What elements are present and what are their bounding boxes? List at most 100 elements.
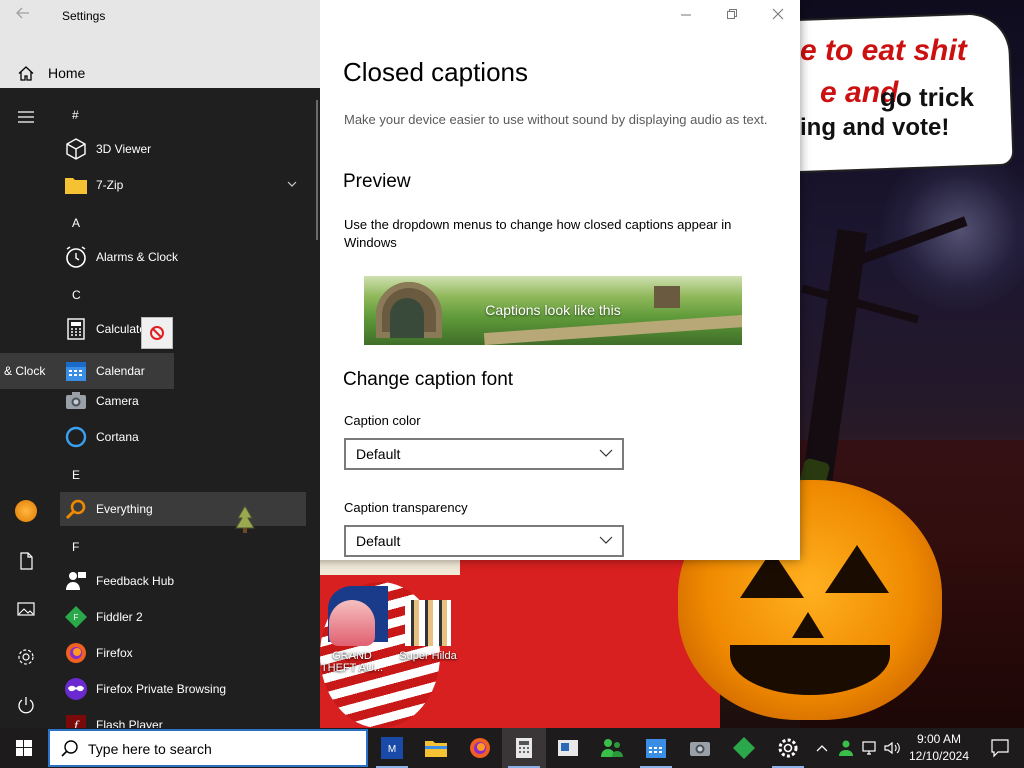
app-name: Alarms & Clock xyxy=(96,250,179,264)
image-viewer-icon xyxy=(558,740,578,756)
documents-button[interactable] xyxy=(13,548,39,574)
letter-header-hash[interactable]: # xyxy=(72,108,112,122)
taskbar-app-people[interactable] xyxy=(590,728,634,768)
taskbar-app-vscode-like[interactable]: M xyxy=(370,728,414,768)
back-button[interactable] xyxy=(8,4,38,28)
app-item-calculator[interactable]: Calculator xyxy=(60,312,306,346)
gear-icon xyxy=(778,738,798,758)
chevron-down-icon xyxy=(599,449,613,457)
drag-ghost-label: & Clock xyxy=(4,364,46,378)
app-item-firefox-private[interactable]: Firefox Private Browsing xyxy=(60,672,306,706)
settings-button[interactable] xyxy=(13,644,39,670)
start-button[interactable] xyxy=(0,728,48,768)
account-avatar[interactable] xyxy=(15,500,37,522)
app-name: Cortana xyxy=(96,430,139,444)
camera-icon xyxy=(66,392,86,409)
pictures-icon xyxy=(17,602,35,616)
app-name: Firefox Private Browsing xyxy=(96,682,227,696)
app-title: Settings xyxy=(62,9,106,23)
home-label: Home xyxy=(48,65,86,81)
letter-header-c[interactable]: C xyxy=(72,288,112,302)
fiddler-icon: F xyxy=(65,606,87,628)
content-pane: Closed captions Make your device easier … xyxy=(320,0,800,560)
svg-text:M: M xyxy=(388,744,396,755)
app-item-firefox[interactable]: Firefox xyxy=(60,636,306,670)
taskbar-app-calculator[interactable] xyxy=(502,728,546,768)
caption-color-dropdown[interactable]: Default xyxy=(344,438,624,470)
dragged-app-tile[interactable]: & Clock Calendar xyxy=(0,353,174,389)
power-button[interactable] xyxy=(13,692,39,718)
firefox-icon xyxy=(66,643,86,663)
app-item-flash-player[interactable]: f Flash Player xyxy=(60,708,306,728)
camera-icon xyxy=(690,742,710,756)
caption-transparency-dropdown[interactable]: Default xyxy=(344,525,624,557)
page-description: Make your device easier to use without s… xyxy=(344,112,768,127)
app-list-scrollbar[interactable] xyxy=(316,100,318,240)
taskbar-app-firefox[interactable] xyxy=(458,728,502,768)
taskbar-app-image-viewer[interactable] xyxy=(546,728,590,768)
restore-button[interactable] xyxy=(712,4,752,28)
letter-header-a[interactable]: A xyxy=(72,216,112,230)
caption-preview-image: Captions look like this xyxy=(364,276,742,345)
wallpaper-text: go trick xyxy=(880,82,974,112)
alarm-clock-icon xyxy=(66,246,86,268)
preview-heading: Preview xyxy=(343,171,411,192)
app-name: Feedback Hub xyxy=(96,574,175,588)
dropdown-value: Default xyxy=(356,446,401,462)
calendar-icon xyxy=(66,362,86,381)
taskbar-app-settings[interactable] xyxy=(766,728,810,768)
hamburger-icon xyxy=(18,111,34,123)
no-drop-cursor xyxy=(141,317,173,349)
wallpaper-text: ing and vote! xyxy=(800,114,950,141)
taskbar-app-calendar[interactable] xyxy=(634,728,678,768)
taskbar-app-camera[interactable] xyxy=(678,728,722,768)
taskbar-search-box[interactable]: Type here to search xyxy=(48,729,368,767)
firefox-private-icon xyxy=(65,678,87,700)
app-item-cortana[interactable]: Cortana xyxy=(60,420,306,454)
app-name: Flash Player xyxy=(96,718,163,728)
app-list: # 3D Viewer 7-Zip A Alarms & Clock C Cal… xyxy=(52,88,320,728)
chevron-down-icon xyxy=(287,181,297,187)
cortana-icon xyxy=(65,426,87,448)
wallpaper-text: e to eat shit xyxy=(800,34,967,67)
taskbar-app-fiddler[interactable] xyxy=(722,728,766,768)
people-tray-icon[interactable] xyxy=(836,738,856,758)
app-item-feedback-hub[interactable]: Feedback Hub xyxy=(60,564,306,598)
volume-icon[interactable] xyxy=(882,738,902,758)
clock-date: 12/10/2024 xyxy=(908,749,970,763)
dropdown-value: Default xyxy=(356,533,401,549)
nav-home[interactable]: Home xyxy=(0,60,320,88)
app-item-fiddler[interactable]: F Fiddler 2 xyxy=(60,600,306,634)
app-name: 7-Zip xyxy=(96,178,124,192)
expand-menu-button[interactable] xyxy=(13,104,39,130)
app-item-camera[interactable]: Camera xyxy=(60,384,306,418)
letter-header-f[interactable]: F xyxy=(72,540,112,554)
3d-viewer-icon xyxy=(66,138,86,160)
app-item-3d-viewer[interactable]: 3D Viewer xyxy=(60,132,306,166)
search-placeholder: Type here to search xyxy=(88,741,212,757)
caption-transparency-label: Caption transparency xyxy=(344,500,468,515)
minimize-button[interactable] xyxy=(666,4,706,28)
clock-time: 9:00 AM xyxy=(916,732,962,746)
calculator-icon xyxy=(67,318,85,340)
app-item-7zip-folder[interactable]: 7-Zip xyxy=(60,168,306,202)
app-name: Everything xyxy=(96,502,153,516)
close-button[interactable] xyxy=(758,4,798,28)
network-icon[interactable] xyxy=(860,738,880,758)
desktop-icon-super-hilda[interactable]: Super Hilda xyxy=(396,600,460,662)
taskbar-clock[interactable]: 9:00 AM 12/10/2024 xyxy=(908,731,970,765)
caption-sample-text: Captions look like this xyxy=(485,302,621,318)
letter-header-e[interactable]: E xyxy=(72,468,112,482)
app-name: 3D Viewer xyxy=(96,142,152,156)
taskbar-app-file-explorer[interactable] xyxy=(414,728,458,768)
notification-center-button[interactable] xyxy=(978,728,1022,768)
editor-app-icon: M xyxy=(381,737,403,759)
app-item-alarms-clock[interactable]: Alarms & Clock xyxy=(60,240,306,274)
pictures-button[interactable] xyxy=(13,596,39,622)
desktop-icon-gta[interactable]: GRAND THEFT AU... xyxy=(320,600,384,674)
super-hilda-icon xyxy=(405,600,451,646)
chevron-up-icon[interactable] xyxy=(812,738,832,758)
page-title: Closed captions xyxy=(343,57,528,87)
app-item-everything[interactable]: Everything xyxy=(60,492,306,526)
flash-player-icon: f xyxy=(66,715,86,728)
